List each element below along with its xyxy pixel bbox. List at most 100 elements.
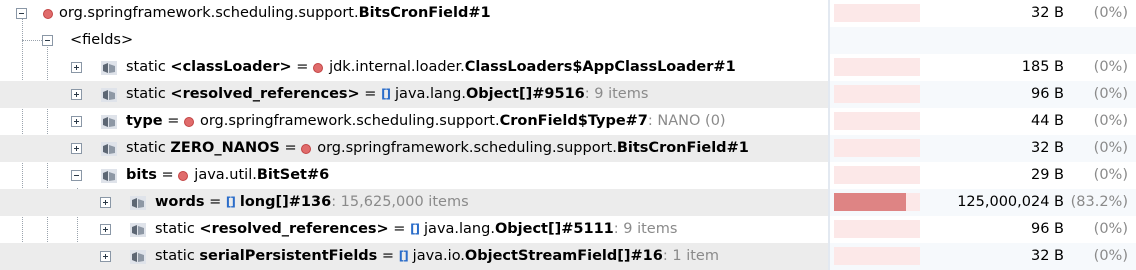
field-modifier: static (126, 59, 171, 75)
tree-row-field[interactable]: static serialPersistentFields = [] java.i… (0, 243, 1136, 270)
field-name: <resolved_references> (199, 221, 389, 237)
value-class: Object[]#9516 (465, 86, 585, 102)
tree-row-field[interactable]: type = org.springframework.scheduling.su… (0, 108, 1136, 135)
tree-row-field[interactable]: static <classLoader> = jdk.internal.load… (0, 54, 1136, 81)
value-class: BitsCronField#1 (616, 140, 749, 156)
field-icon (100, 168, 118, 184)
field-equals: = (388, 221, 411, 237)
field-modifier: static (155, 248, 200, 264)
value-package: jdk.internal.loader. (329, 59, 465, 75)
object-dot-icon (178, 170, 189, 181)
field-icon (100, 60, 118, 76)
retained-size: 96 B (1030, 86, 1064, 102)
size-bar (834, 193, 920, 211)
tree-row-fields[interactable]: <fields> (0, 27, 1136, 54)
size-bar (834, 247, 920, 265)
retained-percent: (0%) (1093, 59, 1128, 75)
expand-icon[interactable] (71, 89, 82, 100)
retained-size: 32 B (1030, 248, 1064, 264)
value-extra: : 1 item (662, 248, 719, 264)
field-icon (129, 249, 147, 265)
value-extra: : NANO (0) (647, 113, 726, 129)
tree-row-field[interactable]: static ZERO_NANOS = org.springframework.… (0, 135, 1136, 162)
field-icon (100, 114, 118, 130)
field-equals: = (377, 248, 399, 264)
retained-percent: (0%) (1093, 167, 1128, 183)
value-class: long[]#136 (239, 194, 332, 210)
tree-line (22, 40, 42, 41)
retained-size: 29 B (1030, 167, 1064, 183)
value-extra: : 15,625,000 items (331, 194, 469, 210)
collapse-icon[interactable] (16, 8, 27, 19)
size-bar (834, 220, 920, 238)
field-equals: = (279, 140, 302, 156)
size-bar (834, 112, 920, 130)
tree-row-field[interactable]: static <resolved_references> = [] java.la… (0, 81, 1136, 108)
field-modifier: static (126, 86, 171, 102)
size-bar (834, 139, 920, 157)
collapse-icon[interactable] (42, 35, 53, 46)
expand-icon[interactable] (71, 62, 82, 73)
retained-percent: (0%) (1093, 248, 1128, 264)
field-name: serialPersistentFields (199, 248, 378, 264)
object-dot-icon (301, 143, 312, 154)
retained-size: 44 B (1030, 113, 1064, 129)
retained-percent: (0%) (1093, 221, 1128, 237)
value-package: org.springframework.scheduling.support. (317, 140, 617, 156)
field-equals: = (162, 113, 184, 129)
value-extra: : 9 items (584, 86, 649, 102)
field-equals: = (204, 194, 226, 210)
expand-icon[interactable] (100, 224, 111, 235)
value-class: CronField$Type#7 (499, 113, 648, 129)
retained-percent: (83.2%) (1070, 194, 1128, 210)
array-icon: [] (225, 195, 236, 209)
object-dot-icon (43, 8, 53, 19)
retained-percent: (0%) (1093, 140, 1128, 156)
expand-icon[interactable] (71, 116, 82, 127)
field-equals: = (291, 59, 314, 75)
array-icon: [] (381, 87, 391, 101)
tree-row-field[interactable]: words = [] long[]#136: 15,625,000 items 1… (0, 189, 1136, 216)
array-icon: [] (410, 222, 420, 236)
field-name: <classLoader> (170, 59, 292, 75)
field-name: bits (126, 167, 157, 183)
value-class: ObjectStreamField[]#16 (464, 248, 663, 264)
value-package: java.util. (194, 167, 257, 183)
value-package: java.io. (412, 248, 465, 264)
size-bar-fill (834, 193, 906, 211)
retained-size: 32 B (1030, 5, 1064, 21)
retained-percent: (0%) (1093, 113, 1128, 129)
field-name: type (126, 113, 163, 129)
value-class: ClassLoaders$AppClassLoader#1 (464, 59, 736, 75)
expand-icon[interactable] (100, 251, 111, 262)
size-bar (834, 166, 920, 184)
value-class: BitSet#6 (256, 167, 330, 183)
field-icon (129, 195, 147, 211)
value-package: java.lang. (424, 221, 495, 237)
value-package: java.lang. (395, 86, 466, 102)
fields-label: <fields> (70, 32, 134, 48)
field-modifier: static (155, 221, 200, 237)
size-bar (834, 4, 920, 22)
field-icon (100, 87, 118, 103)
field-icon (129, 222, 147, 238)
field-modifier: static (126, 140, 171, 156)
collapse-icon[interactable] (71, 170, 82, 181)
value-extra: : 9 items (613, 221, 678, 237)
field-icon (100, 141, 118, 157)
expand-icon[interactable] (71, 143, 82, 154)
retained-size: 185 B (1021, 59, 1064, 75)
retained-size: 125,000,024 B (957, 194, 1064, 210)
size-bar (834, 58, 920, 76)
retained-size: 96 B (1030, 221, 1064, 237)
retained-size: 32 B (1030, 140, 1064, 156)
tree-row-root[interactable]: org.springframework.scheduling.support. B… (0, 0, 1136, 27)
expand-icon[interactable] (100, 197, 111, 208)
object-dot-icon (313, 62, 324, 73)
value-class: Object[]#5111 (494, 221, 614, 237)
value-package: org.springframework.scheduling.support. (199, 113, 500, 129)
class-name: BitsCronField#1 (358, 5, 491, 21)
tree-row-field[interactable]: bits = java.util. BitSet#6 29 B (0%) (0, 162, 1136, 189)
tree-row-field[interactable]: static <resolved_references> = [] java.la… (0, 216, 1136, 243)
field-name: <resolved_references> (170, 86, 360, 102)
